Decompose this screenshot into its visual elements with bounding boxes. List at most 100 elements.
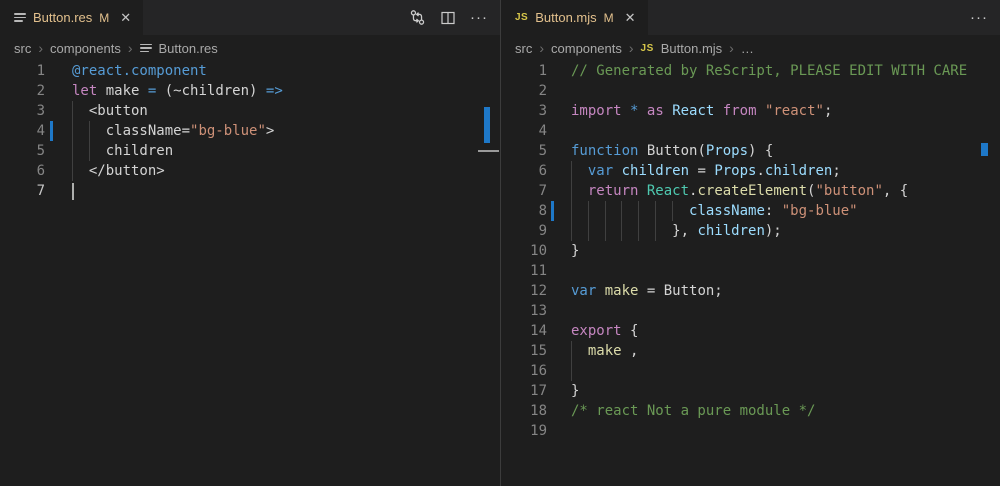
line-number[interactable]: 14 [501, 321, 547, 341]
code-line[interactable]: 19 [501, 421, 1000, 441]
indent-guide [638, 201, 639, 221]
code-line[interactable]: 6 </button> [0, 161, 500, 181]
line-number[interactable]: 18 [501, 401, 547, 421]
code-line[interactable]: 4 [501, 121, 1000, 141]
line-number[interactable]: 3 [501, 101, 547, 121]
code-text: } [547, 241, 579, 261]
indent-guide [588, 221, 589, 241]
breadcrumb-item-src[interactable]: src [515, 41, 532, 56]
line-number[interactable]: 15 [501, 341, 547, 361]
code-line[interactable]: 7 return React.createElement("button", { [501, 181, 1000, 201]
open-changes-icon[interactable] [409, 9, 426, 26]
line-number[interactable]: 6 [501, 161, 547, 181]
line-number[interactable]: 16 [501, 361, 547, 381]
code-line[interactable]: 2 [501, 81, 1000, 101]
chevron-right-icon: › [38, 41, 43, 55]
line-number[interactable]: 9 [501, 221, 547, 241]
indent-guide [571, 341, 572, 361]
line-number[interactable]: 4 [0, 121, 45, 141]
indent-guide [72, 161, 73, 181]
line-number[interactable]: 8 [501, 201, 547, 221]
line-number[interactable]: 1 [0, 61, 45, 81]
code-line[interactable]: 5 children [0, 141, 500, 161]
code-text: className="bg-blue"> [45, 121, 274, 141]
line-number[interactable]: 4 [501, 121, 547, 141]
indent-guide [571, 221, 572, 241]
line-number[interactable]: 7 [501, 181, 547, 201]
code-line[interactable]: 1// Generated by ReScript, PLEASE EDIT W… [501, 61, 1000, 81]
split-editor-icon[interactable] [440, 10, 456, 26]
code-text: function Button(Props) { [547, 141, 773, 161]
js-icon: JS [515, 12, 528, 23]
line-number[interactable]: 7 [0, 181, 45, 201]
breadcrumb-item-components[interactable]: components [551, 41, 622, 56]
indent-guide [571, 161, 572, 181]
line-number[interactable]: 11 [501, 261, 547, 281]
code-editor-rescript[interactable]: 1@react.component2let make = (~children)… [0, 61, 500, 201]
tab-title: Button.res [33, 10, 92, 25]
line-number[interactable]: 2 [501, 81, 547, 101]
code-line[interactable]: 1@react.component [0, 61, 500, 81]
code-line[interactable]: 3import * as React from "react"; [501, 101, 1000, 121]
code-line[interactable]: 11 [501, 261, 1000, 281]
line-number[interactable]: 19 [501, 421, 547, 441]
code-line[interactable]: 8 className: "bg-blue" [501, 201, 1000, 221]
code-line[interactable]: 6 var children = Props.children; [501, 161, 1000, 181]
breadcrumb-item-components[interactable]: components [50, 41, 121, 56]
code-line[interactable]: 5function Button(Props) { [501, 141, 1000, 161]
tab-button-res[interactable]: Button.res M ✕ [0, 0, 143, 35]
line-number[interactable]: 17 [501, 381, 547, 401]
code-line[interactable]: 10} [501, 241, 1000, 261]
tab-bar-left: Button.res M ✕ ··· [0, 0, 500, 35]
chevron-right-icon: › [539, 41, 544, 55]
code-line[interactable]: 2let make = (~children) => [0, 81, 500, 101]
indent-guide [655, 221, 656, 241]
code-line[interactable]: 3 <button [0, 101, 500, 121]
code-line[interactable]: 17} [501, 381, 1000, 401]
more-actions-icon[interactable]: ··· [970, 9, 988, 26]
code-text: } [547, 381, 579, 401]
code-line[interactable]: 9 }, children); [501, 221, 1000, 241]
line-number[interactable]: 3 [0, 101, 45, 121]
tab-bar-right: JS Button.mjs M ✕ ··· [501, 0, 1000, 35]
close-icon[interactable]: ✕ [120, 10, 131, 26]
editor-actions-right: ··· [970, 0, 988, 35]
indent-guide [588, 201, 589, 221]
tab-button-mjs[interactable]: JS Button.mjs M ✕ [501, 0, 648, 35]
breadcrumb-item-file[interactable]: Button.mjs [661, 41, 722, 56]
code-line[interactable]: 4 className="bg-blue"> [0, 121, 500, 141]
code-editor-javascript[interactable]: 1// Generated by ReScript, PLEASE EDIT W… [501, 61, 1000, 441]
line-number[interactable]: 5 [501, 141, 547, 161]
line-number[interactable]: 2 [0, 81, 45, 101]
line-number[interactable]: 5 [0, 141, 45, 161]
code-text: /* react Not a pure module */ [547, 401, 815, 421]
chevron-right-icon: › [128, 41, 133, 55]
close-icon[interactable]: ✕ [625, 10, 636, 26]
indent-guide [638, 221, 639, 241]
breadcrumb-item-overflow[interactable]: … [741, 41, 754, 56]
more-actions-icon[interactable]: ··· [470, 9, 488, 26]
line-number[interactable]: 10 [501, 241, 547, 261]
chevron-right-icon: › [729, 41, 734, 55]
breadcrumb-item-file[interactable]: Button.res [159, 41, 218, 56]
line-number[interactable]: 13 [501, 301, 547, 321]
code-line[interactable]: 14export { [501, 321, 1000, 341]
code-text: @react.component [45, 61, 207, 81]
code-line[interactable]: 7 [0, 181, 500, 201]
code-line[interactable]: 15 make , [501, 341, 1000, 361]
line-number[interactable]: 12 [501, 281, 547, 301]
editor-actions-left: ··· [409, 0, 488, 35]
line-number[interactable]: 6 [0, 161, 45, 181]
breadcrumb-item-src[interactable]: src [14, 41, 31, 56]
chevron-right-icon: › [629, 41, 634, 55]
code-line[interactable]: 12var make = Button; [501, 281, 1000, 301]
editor-group-right: JS Button.mjs M ✕ ··· src › components ›… [500, 0, 1000, 486]
code-line[interactable]: 16 [501, 361, 1000, 381]
git-modified-badge: M [604, 11, 614, 25]
indent-guide [89, 121, 90, 141]
code-text: import * as React from "react"; [547, 101, 832, 121]
code-line[interactable]: 18/* react Not a pure module */ [501, 401, 1000, 421]
code-line[interactable]: 13 [501, 301, 1000, 321]
line-number[interactable]: 1 [501, 61, 547, 81]
code-text: var children = Props.children; [547, 161, 841, 181]
